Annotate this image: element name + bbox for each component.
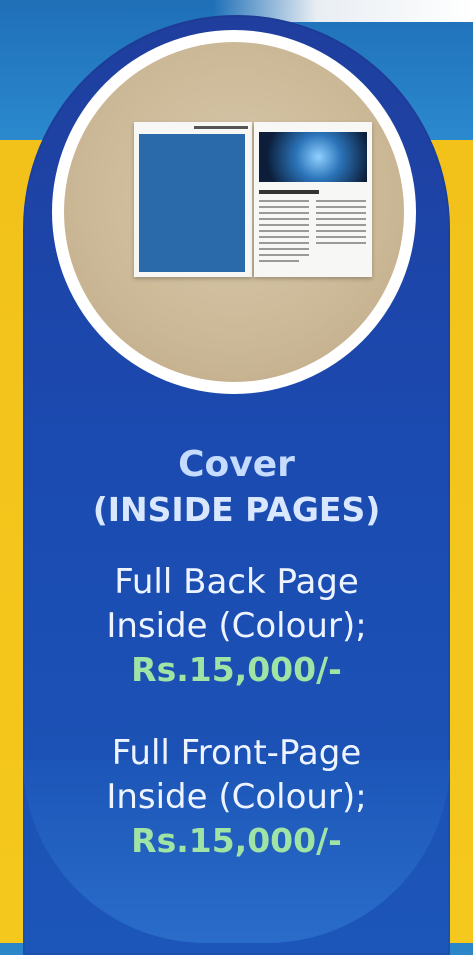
text-line	[259, 236, 309, 238]
text-line	[316, 200, 366, 202]
text-line	[259, 260, 299, 262]
text-line	[259, 248, 309, 250]
text-line	[259, 254, 309, 256]
offer-back-page: Full Back Page Inside (Colour); Rs.15,00…	[0, 562, 473, 689]
text-line	[259, 230, 309, 232]
text-line	[316, 242, 366, 244]
offer-price: Rs.15,000/-	[131, 650, 342, 689]
offer-line2: Inside (Colour);	[106, 777, 367, 817]
text-line	[259, 218, 309, 220]
open-magazine-illustration	[134, 122, 374, 277]
article-photo	[259, 132, 367, 182]
offer-front-page: Full Front-Page Inside (Colour); Rs.15,0…	[0, 733, 473, 860]
text-line	[259, 242, 309, 244]
magazine-right-page	[254, 122, 372, 277]
section-heading: Cover	[178, 444, 295, 485]
magazine-preview-image	[64, 42, 404, 382]
text-line	[316, 230, 366, 232]
text-line	[316, 212, 366, 214]
text-line	[316, 206, 366, 208]
text-line	[259, 224, 309, 226]
text-line	[316, 224, 366, 226]
page-header-bar	[194, 126, 248, 129]
offer-line1: Full Front-Page	[111, 733, 362, 773]
ad-placeholder-block	[139, 134, 245, 272]
magazine-left-page	[134, 122, 252, 277]
text-line	[259, 200, 309, 202]
article-title-bar	[259, 190, 319, 194]
text-line	[316, 236, 366, 238]
section-subheading: (INSIDE PAGES)	[92, 490, 381, 529]
offer-line2: Inside (Colour);	[106, 606, 367, 646]
offer-line1: Full Back Page	[114, 562, 359, 602]
text-line	[316, 218, 366, 220]
text-line	[259, 206, 309, 208]
text-line	[259, 212, 309, 214]
offer-price: Rs.15,000/-	[131, 821, 342, 860]
